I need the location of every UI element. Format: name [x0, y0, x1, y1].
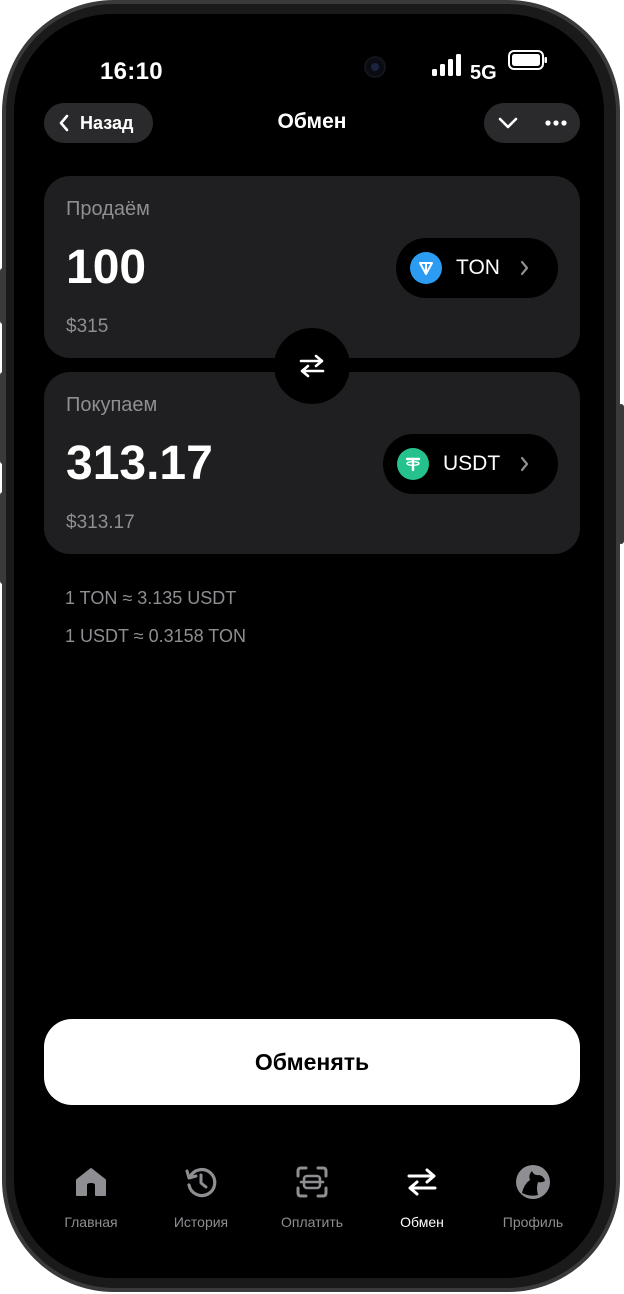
tab-label: Обмен	[400, 1214, 444, 1230]
swap-direction-button[interactable]	[274, 328, 350, 404]
tab-history[interactable]: История	[146, 1162, 256, 1230]
sell-amount-input[interactable]: 100	[66, 240, 146, 295]
chevron-down-icon	[498, 117, 518, 129]
tab-pay[interactable]: Оплатить	[257, 1162, 367, 1230]
front-camera	[366, 58, 384, 76]
rate-usdt-ton: 1 USDT ≈ 0.3158 TON	[65, 626, 246, 646]
sell-token-selector[interactable]: TON	[396, 238, 558, 298]
history-icon	[185, 1167, 217, 1198]
buy-token-name: USDT	[443, 452, 501, 475]
chevron-right-icon	[520, 260, 529, 276]
rate-ton-usdt: 1 TON ≈ 3.135 USDT	[65, 588, 237, 608]
tab-label: Профиль	[502, 1214, 564, 1230]
exchange-button[interactable]: Обменять	[44, 1019, 580, 1105]
ton-icon	[410, 252, 442, 284]
signal-icon	[432, 54, 461, 76]
more-dots-icon	[545, 120, 567, 126]
buy-amount: 313.17	[66, 437, 213, 490]
phone-side-button	[0, 268, 6, 324]
collapse-button[interactable]	[484, 103, 532, 143]
phone-side-button	[0, 372, 6, 464]
sell-token-name: TON	[456, 256, 500, 279]
tab-home[interactable]: Главная	[36, 1162, 146, 1230]
profile-icon	[516, 1165, 550, 1199]
more-button[interactable]	[532, 103, 580, 143]
scan-icon	[296, 1166, 328, 1198]
swap-icon	[407, 1168, 437, 1196]
buy-fiat-value: $313.17	[66, 512, 135, 533]
network-type: 5G	[470, 62, 497, 84]
status-time: 16:10	[100, 58, 163, 85]
chevron-right-icon	[521, 456, 529, 472]
tab-label: Оплатить	[280, 1214, 344, 1230]
tab-label: История	[173, 1214, 229, 1230]
screen: 16:10 5G Назад Обмен Продаём 100 $315 TO…	[14, 14, 604, 1278]
sell-label: Продаём	[66, 198, 150, 220]
tab-exchange[interactable]: Обмен	[367, 1162, 477, 1230]
buy-token-selector[interactable]: USDT	[383, 434, 558, 494]
header-menu	[484, 103, 580, 143]
phone-side-button	[0, 492, 6, 584]
tab-label: Главная	[64, 1214, 118, 1230]
tab-profile[interactable]: Профиль	[478, 1162, 588, 1230]
buy-label: Покупаем	[66, 394, 158, 416]
home-icon	[76, 1168, 106, 1196]
tab-bar: Главная История Оплатить Обмен Профиль	[14, 1162, 604, 1232]
battery-icon	[508, 50, 547, 70]
sell-fiat-value: $315	[66, 316, 109, 337]
usdt-icon	[397, 448, 429, 480]
phone-side-button	[618, 404, 624, 544]
swap-arrows-icon	[299, 354, 325, 378]
